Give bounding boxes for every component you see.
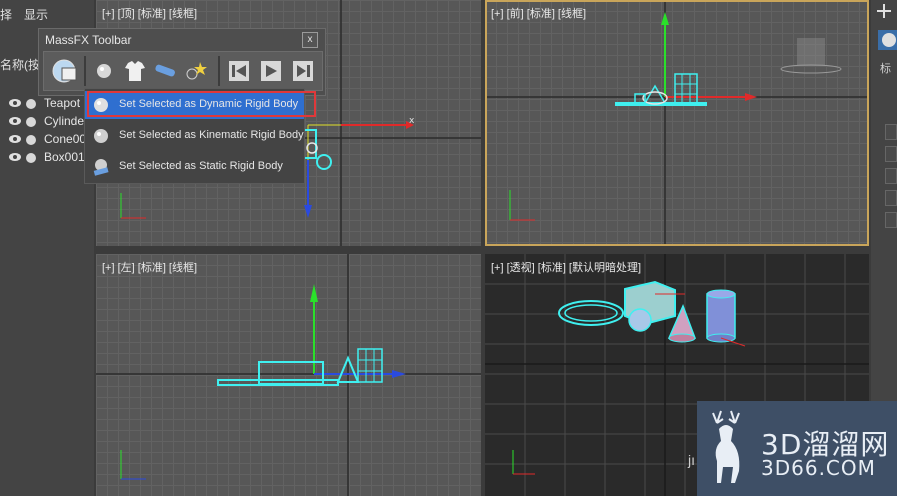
render-dot-icon[interactable]: [26, 153, 36, 163]
step-simulation-icon[interactable]: [288, 56, 318, 86]
visibility-eye-icon[interactable]: [9, 134, 21, 144]
render-dot-icon[interactable]: [26, 99, 36, 109]
menu-select[interactable]: 择: [0, 6, 12, 23]
visibility-eye-icon[interactable]: [9, 98, 21, 108]
scene-row-box[interactable]: Box001: [0, 149, 94, 167]
scene-row-cone[interactable]: Cone001: [0, 131, 94, 149]
watermark-logo: 3D溜溜网 3D66.COM: [697, 401, 897, 496]
world-settings-icon[interactable]: [50, 56, 80, 86]
viewport-label[interactable]: [+] [顶] [标准] [线框]: [102, 5, 197, 21]
static-rigid-body-icon: [93, 159, 109, 176]
menu-item-static-rigid-body[interactable]: Set Selected as Static Rigid Body: [85, 153, 304, 181]
viewport-label[interactable]: [+] [左] [标准] [线框]: [102, 259, 197, 275]
menu-item-kinematic-rigid-body[interactable]: Set Selected as Kinematic Rigid Body: [85, 122, 304, 150]
viewport-left[interactable]: [+] [左] [标准] [线框]: [96, 254, 481, 496]
visibility-eye-icon[interactable]: [9, 152, 21, 162]
viewport-label[interactable]: [+] [前] [标准] [线框]: [491, 5, 586, 21]
constraint-icon[interactable]: [150, 56, 180, 86]
massfx-toolbar-title[interactable]: MassFX Toolbar: [45, 33, 131, 47]
watermark-fragment: jı: [688, 452, 695, 468]
massfx-toolbar-bar: [43, 51, 323, 91]
menu-display[interactable]: 显示: [24, 6, 48, 23]
command-panel-buttons[interactable]: [885, 124, 897, 244]
scene-row-cylinder[interactable]: Cylinder: [0, 113, 94, 131]
command-tab-label[interactable]: 标: [880, 60, 891, 76]
front-view-scene: [485, 0, 869, 246]
viewport-label[interactable]: [+] [透视] [标准] [默认明暗处理]: [491, 259, 641, 275]
massfx-close-button[interactable]: x: [302, 32, 318, 48]
menu-item-label: Set Selected as Kinematic Rigid Body: [119, 129, 304, 141]
visibility-eye-icon[interactable]: [9, 116, 21, 126]
reset-simulation-icon[interactable]: [224, 56, 254, 86]
annotation-highlight-box: [87, 91, 316, 117]
render-dot-icon[interactable]: [26, 117, 36, 127]
toolbar-separator: [84, 56, 86, 86]
svg-text:x: x: [409, 116, 415, 126]
massfx-toolbar-window[interactable]: MassFX Toolbar x: [38, 28, 326, 96]
play-simulation-icon[interactable]: [256, 56, 286, 86]
toolbar-separator: [218, 56, 220, 86]
kinematic-rigid-body-icon: [94, 129, 108, 143]
menu-item-label: Set Selected as Static Rigid Body: [119, 160, 283, 172]
left-view-scene: [96, 254, 481, 496]
menu-strip: 择 显示: [0, 0, 94, 28]
deer-logo-icon: [712, 410, 740, 483]
watermark-url: 3D66.COM: [761, 456, 876, 480]
scene-row-teapot[interactable]: Teapot: [0, 95, 94, 113]
skeleton-ragdoll-icon[interactable]: [182, 56, 212, 86]
render-dot-icon[interactable]: [26, 135, 36, 145]
viewport-front[interactable]: [+] [前] [标准] [线框]: [485, 0, 869, 246]
mcloth-shirt-icon[interactable]: [120, 56, 150, 86]
rigid-body-icon[interactable]: [90, 56, 120, 86]
